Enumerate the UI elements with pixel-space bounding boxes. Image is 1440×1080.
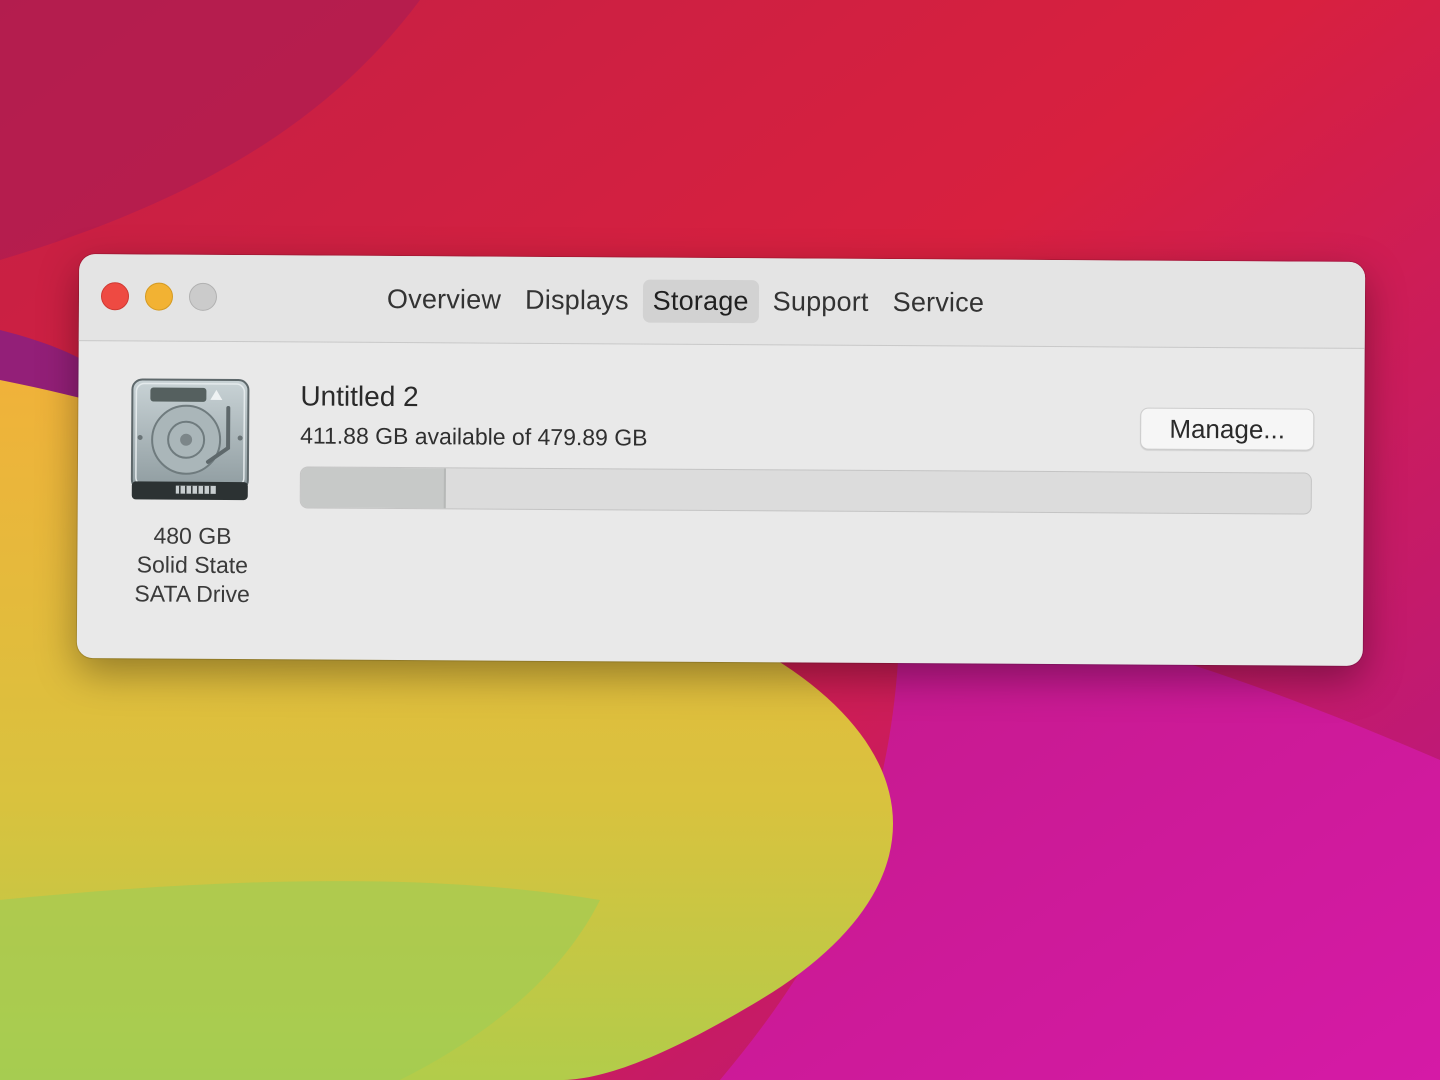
drive-type-label: Solid State [136, 551, 249, 579]
drive-interface-label: SATA Drive [134, 580, 250, 608]
tab-support[interactable]: Support [763, 280, 879, 324]
tab-bar: Overview Displays Storage Support Servic… [377, 278, 994, 325]
hard-drive-icon [128, 377, 253, 504]
tab-displays[interactable]: Displays [515, 279, 639, 323]
drive-caption: 480 GB Solid State SATA Drive [107, 521, 278, 609]
storage-usage-bar [299, 466, 1312, 515]
about-this-mac-window: Overview Displays Storage Support Servic… [76, 254, 1366, 666]
tab-storage[interactable]: Storage [642, 279, 759, 324]
volume-availability: 411.88 GB available of 479.89 GB [300, 422, 648, 451]
close-window-button[interactable] [100, 282, 130, 311]
zoom-window-button[interactable] [188, 282, 218, 311]
manage-button[interactable]: Manage... [1140, 407, 1315, 451]
minimize-window-button[interactable] [144, 282, 174, 311]
tab-overview[interactable]: Overview [377, 278, 511, 322]
volume-name: Untitled 2 [300, 380, 419, 413]
storage-used-segment [300, 467, 447, 509]
storage-panel: 480 GB Solid State SATA Drive Untitled 2… [77, 341, 1365, 666]
window-titlebar: Overview Displays Storage Support Servic… [78, 254, 1366, 349]
drive-capacity-label: 480 GB [153, 522, 232, 550]
tab-service[interactable]: Service [883, 281, 995, 325]
